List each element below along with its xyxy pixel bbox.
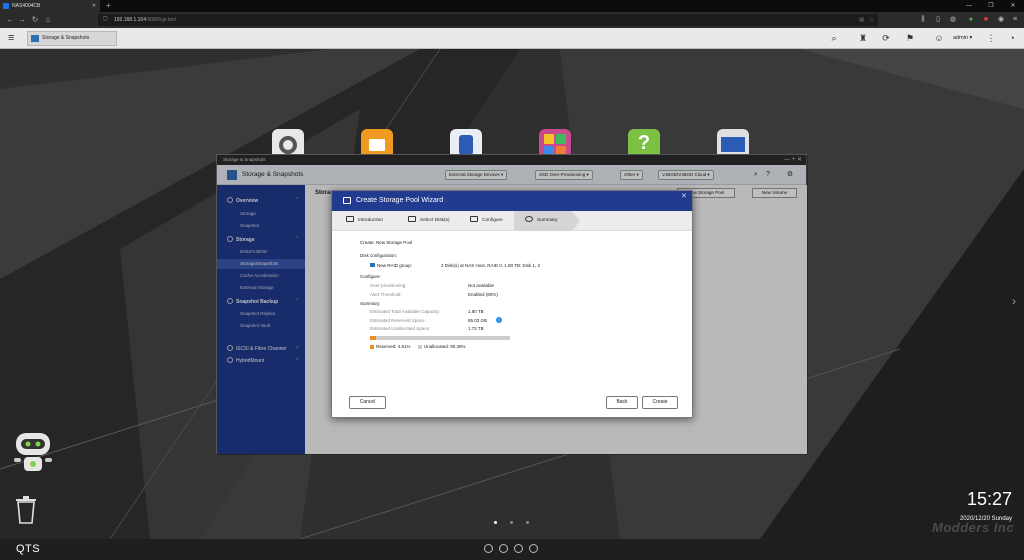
close-window-icon[interactable]: ✕ (1002, 0, 1024, 12)
check-circle-icon (525, 216, 533, 222)
create-heading: Create: New Storage Pool (360, 240, 413, 245)
desktop-clock: 15:27 (966, 489, 1012, 509)
storage-app-icon (31, 35, 39, 42)
next-page-icon[interactable]: › (1012, 294, 1016, 308)
back-arrow-icon[interactable]: ← (4, 14, 16, 26)
qts-brand: QTS (16, 543, 41, 555)
capacity-bar (370, 336, 510, 340)
reserved-fill (370, 336, 377, 340)
over-provisioning-value: Not available (468, 283, 495, 288)
volume-icon[interactable]: ♜ (857, 32, 869, 44)
unallocated-space-label: Estimated Unallocated Space: (370, 326, 431, 331)
forward-arrow-icon[interactable]: → (16, 14, 28, 26)
bookmark-star-icon[interactable]: ☆ (870, 14, 874, 26)
dashboard-icon[interactable]: ◔ (1006, 32, 1018, 44)
browser-nav-bar: ← → ↻ ⌂ ⛉ 192.168.1.104:8080/cgi-bin/ ▤ … (0, 12, 1024, 28)
legend-unallocated: Unallocated: 95.39% (418, 344, 466, 349)
wizard-close-icon[interactable]: ✕ (681, 192, 687, 200)
info-icon[interactable]: i (496, 317, 502, 323)
reserved-swatch (370, 344, 374, 349)
raid-icon (370, 263, 375, 267)
dock-icon-2[interactable] (499, 544, 508, 553)
browser-tab-bar: NAS4004CB ✕ + — ❐ ✕ (0, 0, 1024, 12)
wizard-pool-icon (343, 197, 351, 204)
create-storage-pool-wizard: Create Storage Pool Wizard ✕ Introductio… (331, 190, 693, 418)
step-select-disks: Select Disk(s) (408, 211, 450, 231)
tab-close-icon[interactable]: ✕ (92, 0, 96, 12)
new-tab-icon[interactable]: + (106, 0, 111, 12)
dock-icon-1[interactable] (484, 544, 493, 553)
tab-favicon-icon (3, 3, 9, 9)
url-host: 192.168.1.104 (114, 17, 146, 23)
page-dot-active[interactable] (494, 521, 497, 524)
extension-icon[interactable]: ● (966, 15, 976, 25)
browser-tab[interactable]: NAS4004CB ✕ (0, 0, 100, 12)
back-button[interactable]: Back (606, 396, 638, 409)
tab-title: NAS4004CB (12, 3, 41, 9)
browser-menu-icon[interactable]: ≡ (1010, 15, 1020, 25)
configure-label: Configure: (360, 274, 381, 279)
window-controls: — ❐ ✕ (958, 0, 1024, 12)
step-introduction: Introduction (346, 211, 383, 231)
wizard-steps: Introduction Select Disk(s) Configure Su… (332, 211, 692, 231)
dock-icon-4[interactable] (529, 544, 538, 553)
pocket-icon[interactable]: ◍ (948, 15, 958, 25)
create-button[interactable]: Create (642, 396, 678, 409)
over-provisioning-label: Over-provisioning: (370, 283, 407, 288)
notification-icon[interactable]: ⚑ (904, 32, 916, 44)
reload-icon[interactable]: ↻ (29, 14, 41, 26)
disk-config-label: Disk configuration: (360, 253, 398, 258)
qts-taskbar: ≡ Storage & Snapshots ⌕ ♜ ⟳ ⚑ ☺ admin ▾ … (0, 28, 1024, 49)
step-configure: Configure (470, 211, 503, 231)
configure-icon (470, 216, 478, 222)
raid-group-value: 2 Disk(s) at NAS Host, RAID 0, 1.80 TB: … (441, 263, 540, 268)
minimize-icon[interactable]: — (958, 0, 980, 12)
disk-icon (408, 216, 416, 222)
page-dot[interactable] (510, 521, 513, 524)
unallocated-space-value: 1.72 TB (468, 326, 484, 331)
maximize-icon[interactable]: ❐ (980, 0, 1002, 12)
url-path: :8080/cgi-bin/ (145, 17, 177, 23)
more-icon[interactable]: ⋮ (985, 32, 997, 44)
user-menu[interactable]: admin ▾ (953, 32, 972, 44)
taskbar-app-storage[interactable]: Storage & Snapshots (27, 31, 117, 46)
background-tasks-icon[interactable]: ⟳ (880, 32, 892, 44)
reserved-space-label: Estimated Reserved Space: (370, 318, 426, 323)
main-menu-icon[interactable]: ≡ (8, 32, 14, 44)
raid-group-label: New RAID group: (370, 263, 412, 268)
sidebar-icon[interactable]: ▯ (933, 15, 943, 25)
address-bar[interactable]: ⛉ 192.168.1.104:8080/cgi-bin/ ▤ ☆ (98, 14, 878, 26)
dock-icon-3[interactable] (514, 544, 523, 553)
alert-threshold-label: Alert Threshold: (370, 292, 402, 297)
abp-icon[interactable]: ■ (981, 15, 991, 25)
account-icon[interactable]: ◉ (996, 15, 1006, 25)
watermark-logo: Modders Inc (932, 520, 1015, 535)
recycle-bin-icon[interactable] (14, 494, 38, 524)
total-capacity-label: Estimated Total Available Capacity: (370, 309, 440, 314)
reserved-space-value: 85.03 GB (468, 318, 488, 323)
search-icon[interactable]: ⌕ (828, 32, 840, 44)
reader-icon[interactable]: ▤ (859, 14, 864, 26)
step-arrow (572, 211, 580, 231)
wizard-header: Create Storage Pool Wizard ✕ (332, 191, 692, 211)
taskbar-app-label: Storage & Snapshots (42, 35, 90, 41)
legend-reserved: Reserved: 4.61% (370, 344, 411, 349)
page-dot[interactable] (526, 521, 529, 524)
introduction-icon (346, 216, 354, 222)
user-icon[interactable]: ☺ (933, 32, 945, 44)
alert-threshold-value: Enabled (80%) (468, 292, 498, 297)
helpdesk-robot-icon[interactable] (12, 431, 54, 477)
total-capacity-value: 1.80 TB (468, 309, 484, 314)
library-icon[interactable]: ⫼ (918, 15, 928, 25)
wizard-title: Create Storage Pool Wizard (356, 197, 444, 204)
cancel-button[interactable]: Cancel (349, 396, 386, 409)
security-icon: ⛉ (103, 17, 108, 23)
summary-label: Summary: (360, 301, 381, 306)
home-icon[interactable]: ⌂ (42, 14, 54, 26)
step-summary: Summary (525, 211, 558, 231)
bottom-dock (0, 539, 1024, 560)
unallocated-swatch (418, 344, 422, 349)
